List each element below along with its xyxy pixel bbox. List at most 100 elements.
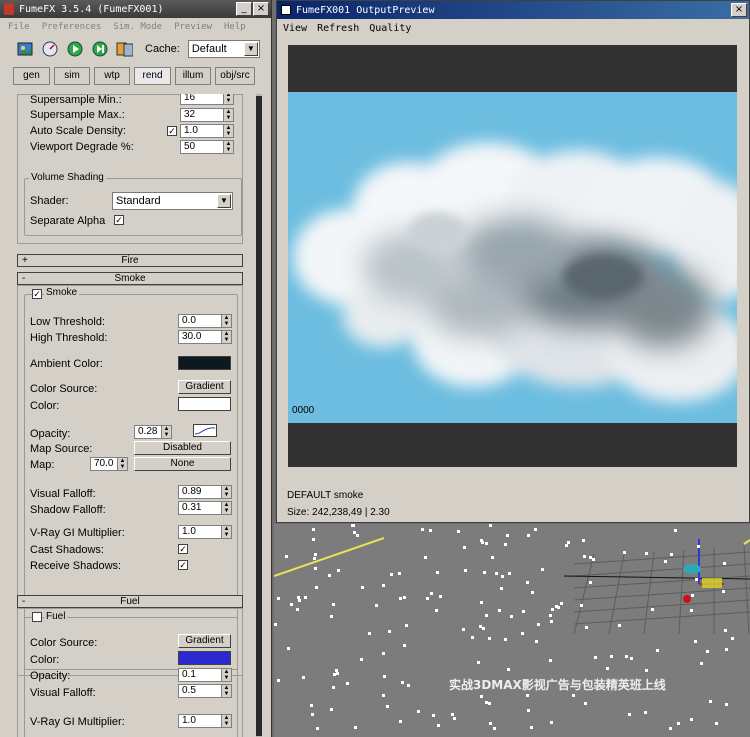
fuel-opacity-field[interactable]: 0.1 xyxy=(178,668,222,682)
supersample-min-label: Supersample Min.: xyxy=(30,94,122,106)
separate-alpha-checkbox[interactable]: ✓ xyxy=(114,215,124,225)
supersample-min-spinner[interactable]: 16 ▲ ▼ xyxy=(180,94,234,105)
close-button[interactable]: × xyxy=(253,2,269,16)
spinner-arrows-icon[interactable]: ▲ ▼ xyxy=(224,94,234,105)
auto-scale-field[interactable]: 1.0 xyxy=(180,124,224,138)
preview-title-bar[interactable]: FumeFX001 OutputPreview × xyxy=(277,1,749,19)
spinner-arrows-icon[interactable]: ▲ ▼ xyxy=(222,714,232,728)
shader-dropdown[interactable]: Standard ▼ xyxy=(112,192,233,210)
panel-scrollbar[interactable] xyxy=(256,94,262,737)
smoke-vray-gi-spinner[interactable]: 1.0 ▲ ▼ xyxy=(178,525,232,539)
smoke-enable-checkbox[interactable]: ✓ xyxy=(32,289,42,299)
receive-shadows-checkbox[interactable]: ✓ xyxy=(178,560,188,570)
fuel-color-swatch[interactable] xyxy=(178,651,231,665)
supersample-min-field[interactable]: 16 xyxy=(180,94,224,105)
smoke-rollout-header[interactable]: - Smoke xyxy=(17,272,243,285)
fuel-vray-gi-field[interactable]: 1.0 xyxy=(178,714,222,728)
menu-file[interactable]: File xyxy=(8,22,30,32)
particle-dot xyxy=(582,539,585,542)
cache-dropdown[interactable]: Default ▼ xyxy=(187,40,260,58)
menu-preferences[interactable]: Preferences xyxy=(42,22,102,32)
map-amount-field[interactable]: 70.0 xyxy=(90,457,118,471)
smoke-vray-gi-field[interactable]: 1.0 xyxy=(178,525,222,539)
spinner-arrows-icon[interactable]: ▲ ▼ xyxy=(162,425,172,439)
spinner-arrows-icon[interactable]: ▲ ▼ xyxy=(222,668,232,682)
smoke-color-swatch[interactable] xyxy=(178,397,231,411)
particle-dot xyxy=(677,722,680,725)
visual-falloff-spinner[interactable]: 0.89 ▲ ▼ xyxy=(178,485,232,499)
auto-scale-checkbox[interactable]: ✓ xyxy=(167,126,177,136)
scrollbar-thumb[interactable] xyxy=(256,96,262,736)
menu-view[interactable]: View xyxy=(283,23,307,34)
spinner-arrows-icon[interactable]: ▲ ▼ xyxy=(224,124,234,138)
preview-image-icon[interactable] xyxy=(16,41,33,58)
viewport-degrade-field[interactable]: 50 xyxy=(180,140,224,154)
menu-help[interactable]: Help xyxy=(224,22,246,32)
tab-sim[interactable]: sim xyxy=(54,67,90,85)
continue-play-icon[interactable] xyxy=(91,41,108,58)
3d-viewport[interactable]: 实战3DMAX影视广告与包装精英班上线 xyxy=(274,524,750,737)
fuel-enable-checkbox[interactable] xyxy=(32,612,42,622)
fire-rollout-header[interactable]: + Fire xyxy=(17,254,243,267)
tab-illum[interactable]: illum xyxy=(175,67,211,85)
spinner-arrows-icon[interactable]: ▲ ▼ xyxy=(224,108,234,122)
menu-preview[interactable]: Preview xyxy=(174,22,212,32)
spinner-arrows-icon[interactable]: ▲ ▼ xyxy=(118,457,128,471)
menu-sim-mode[interactable]: Sim. Mode xyxy=(113,22,162,32)
particle-dot xyxy=(630,657,633,660)
play-icon[interactable] xyxy=(66,41,83,58)
tab-rend[interactable]: rend xyxy=(134,67,171,85)
spinner-arrows-icon[interactable]: ▲ ▼ xyxy=(224,140,234,154)
low-threshold-field[interactable]: 0.0 xyxy=(178,314,222,328)
high-threshold-spinner[interactable]: 30.0 ▲ ▼ xyxy=(178,330,232,344)
spinner-arrows-icon[interactable]: ▲ ▼ xyxy=(222,314,232,328)
fuel-vray-gi-spinner[interactable]: 1.0 ▲ ▼ xyxy=(178,714,232,728)
map-amount-spinner[interactable]: 70.0 ▲ ▼ xyxy=(90,457,128,471)
particle-dot xyxy=(501,575,504,578)
particle-dot xyxy=(594,656,597,659)
menu-quality[interactable]: Quality xyxy=(369,23,411,34)
spinner-arrows-icon[interactable]: ▲ ▼ xyxy=(222,684,232,698)
particle-dot xyxy=(480,695,483,698)
auto-scale-spinner[interactable]: 1.0 ▲ ▼ xyxy=(180,124,234,138)
minimize-button[interactable]: _ xyxy=(236,2,252,16)
gauge-icon[interactable] xyxy=(41,41,58,58)
spinner-arrows-icon[interactable]: ▲ ▼ xyxy=(222,501,232,515)
map-source-button[interactable]: Disabled xyxy=(134,441,231,455)
cast-shadows-checkbox[interactable]: ✓ xyxy=(178,544,188,554)
preview-close-button[interactable]: × xyxy=(731,3,747,17)
fumefx-title-bar[interactable]: FumeFX 3.5.4 (FumeFX001) _ × xyxy=(0,0,271,18)
ambient-color-swatch[interactable] xyxy=(178,356,231,370)
visual-falloff-field[interactable]: 0.89 xyxy=(178,485,222,499)
low-threshold-spinner[interactable]: 0.0 ▲ ▼ xyxy=(178,314,232,328)
smoke-color-source-button[interactable]: Gradient xyxy=(178,380,231,394)
fuel-rollout-header[interactable]: - Fuel xyxy=(17,595,243,608)
menu-refresh[interactable]: Refresh xyxy=(317,23,359,34)
viewport-degrade-spinner[interactable]: 50 ▲ ▼ xyxy=(180,140,234,154)
smoke-opacity-field[interactable]: 0.28 xyxy=(134,425,162,439)
tab-wtp[interactable]: wtp xyxy=(94,67,130,85)
tab-obj-src[interactable]: obj/src xyxy=(215,67,255,85)
shadow-falloff-field[interactable]: 0.31 xyxy=(178,501,222,515)
opacity-curve-icon[interactable] xyxy=(193,424,217,437)
supersample-max-field[interactable]: 32 xyxy=(180,108,224,122)
high-threshold-field[interactable]: 30.0 xyxy=(178,330,222,344)
spinner-arrows-icon[interactable]: ▲ ▼ xyxy=(222,525,232,539)
particle-dot xyxy=(610,655,613,658)
shadow-falloff-spinner[interactable]: 0.31 ▲ ▼ xyxy=(178,501,232,515)
supersample-max-spinner[interactable]: 32 ▲ ▼ xyxy=(180,108,234,122)
render-preview-area[interactable]: 0000 xyxy=(288,45,737,467)
fuel-visual-falloff-field[interactable]: 0.5 xyxy=(178,684,222,698)
fuel-color-source-button[interactable]: Gradient xyxy=(178,634,231,648)
particle-dot xyxy=(463,546,466,549)
spinner-arrows-icon[interactable]: ▲ ▼ xyxy=(222,330,232,344)
fuel-opacity-spinner[interactable]: 0.1 ▲ ▼ xyxy=(178,668,232,682)
particle-dot xyxy=(485,701,488,704)
smoke-opacity-row: Opacity: xyxy=(30,427,70,441)
smoke-opacity-spinner[interactable]: 0.28 ▲ ▼ xyxy=(134,425,172,439)
fuel-visual-falloff-spinner[interactable]: 0.5 ▲ ▼ xyxy=(178,684,232,698)
tab-gen[interactable]: gen xyxy=(13,67,50,85)
cache-files-icon[interactable] xyxy=(116,41,133,58)
spinner-arrows-icon[interactable]: ▲ ▼ xyxy=(222,485,232,499)
map-button[interactable]: None xyxy=(134,457,231,471)
